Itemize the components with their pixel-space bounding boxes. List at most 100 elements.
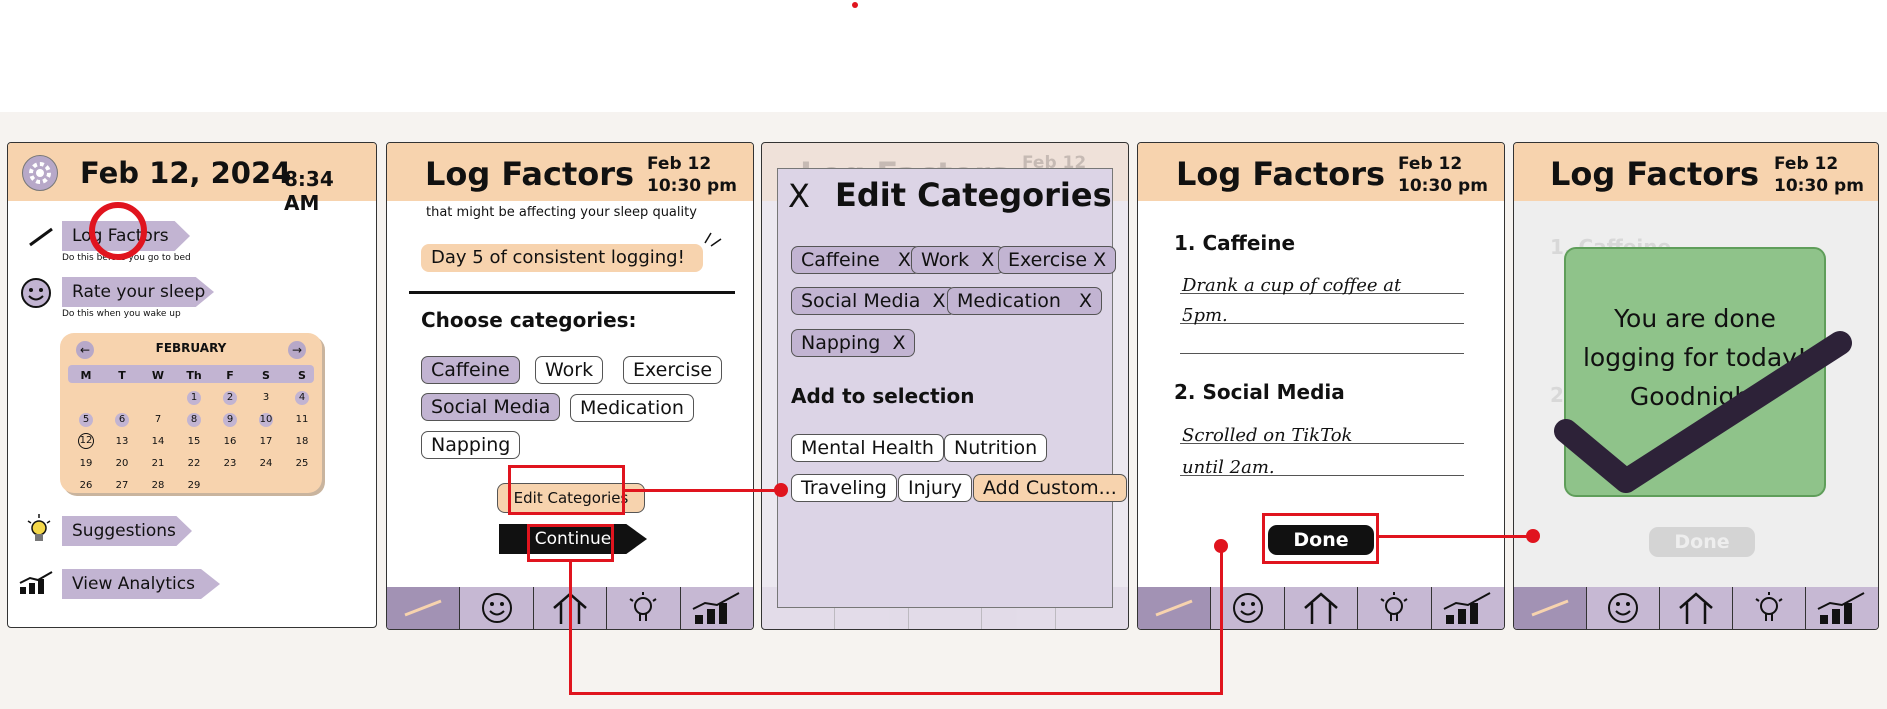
calendar-day	[284, 474, 320, 496]
calendar-day[interactable]: 10	[248, 408, 284, 430]
calendar-weekday: S	[298, 368, 306, 382]
calendar-day[interactable]: 13	[104, 430, 140, 452]
screen-done: Log Factors Feb 12 10:30 pm 1. Caffeine …	[1513, 142, 1879, 630]
calendar-day[interactable]: 5	[68, 408, 104, 430]
tag-exercise[interactable]: Exercise	[623, 356, 723, 384]
calendar-day[interactable]: 16	[212, 430, 248, 452]
calendar-day[interactable]: 19	[68, 452, 104, 474]
calendar-day[interactable]: 2	[212, 386, 248, 408]
close-icon[interactable]: X	[788, 177, 810, 215]
calendar-day[interactable]: 11	[284, 408, 320, 430]
caffeine-note-line-2[interactable]: 5pm.	[1182, 305, 1228, 326]
calendar-day[interactable]: 22	[176, 452, 212, 474]
calendar-week-row: 5 6 7 8 9 10 11	[68, 408, 320, 430]
calendar-day-number: 5	[79, 412, 93, 427]
nav-analytics-icon[interactable]	[1806, 587, 1878, 629]
remove-icon[interactable]: X	[892, 332, 905, 354]
page-title: Log Factors	[425, 155, 635, 193]
calendar-day[interactable]: 7	[140, 408, 176, 430]
settings-gear-icon[interactable]	[22, 155, 58, 191]
calendar-day[interactable]: 29	[176, 474, 212, 496]
calendar-day[interactable]: 3	[248, 386, 284, 408]
calendar-next-icon[interactable]: →	[288, 341, 306, 359]
tag-work[interactable]: Work	[535, 356, 604, 384]
nav-analytics-icon[interactable]	[1432, 587, 1504, 629]
header-date-day: Feb 12	[1774, 154, 1839, 174]
view-analytics-button[interactable]: View Analytics	[62, 569, 220, 599]
sparkle-icon	[701, 231, 725, 255]
nav-smiley-icon[interactable]	[1587, 587, 1660, 629]
page-title: Feb 12, 2024	[80, 156, 292, 190]
calendar-day	[68, 386, 104, 408]
header-date-day: Feb 12	[1398, 154, 1463, 174]
calendar-day[interactable]: 9	[212, 408, 248, 430]
tag-medication[interactable]: Medication	[570, 394, 694, 422]
remove-icon[interactable]: X	[1093, 249, 1106, 271]
lightbulb-icon	[26, 513, 52, 549]
calendar-day[interactable]: 8	[176, 408, 212, 430]
caffeine-note-line-1[interactable]: Drank a cup of coffee at	[1182, 275, 1401, 296]
calendar-day[interactable]: 24	[248, 452, 284, 474]
calendar-day[interactable]: 14	[140, 430, 176, 452]
nav-analytics-icon[interactable]	[681, 587, 753, 629]
nav-home-icon[interactable]	[1660, 587, 1733, 629]
streak-badge: Day 5 of consistent logging!	[421, 244, 703, 272]
calendar-day[interactable]: 4	[284, 386, 320, 408]
calendar-day[interactable]: 6	[104, 408, 140, 430]
chip-medication: Medication X	[947, 287, 1103, 315]
modal-title: Edit Categories	[835, 176, 1112, 214]
factor-heading-caffeine: 1. Caffeine	[1174, 231, 1296, 255]
calendar-day[interactable]: 26	[68, 474, 104, 496]
calendar-day[interactable]: 25	[284, 452, 320, 474]
remove-icon[interactable]: X	[898, 249, 911, 271]
calendar-day[interactable]: 21	[140, 452, 176, 474]
option-traveling[interactable]: Traveling	[791, 474, 897, 502]
suggestions-button[interactable]: Suggestions	[62, 516, 192, 546]
nav-lightbulb-icon[interactable]	[1733, 587, 1806, 629]
nav-lightbulb-icon[interactable]	[607, 587, 681, 629]
remove-icon[interactable]: X	[981, 249, 994, 271]
calendar-day[interactable]: 20	[104, 452, 140, 474]
tag-napping[interactable]: Napping	[421, 431, 521, 459]
calendar-day[interactable]: 23	[212, 452, 248, 474]
annotation-dot-done	[1526, 529, 1540, 543]
nav-pencil-icon[interactable]	[1514, 587, 1587, 629]
nav-lightbulb-icon[interactable]	[1358, 587, 1432, 629]
choose-heading: Choose categories:	[421, 308, 637, 332]
pencil-icon	[28, 227, 54, 251]
calendar-day-number: 13	[115, 435, 129, 447]
nav-pencil-icon[interactable]	[1138, 587, 1212, 629]
header-date: Feb 12 10:30 pm	[1398, 153, 1488, 197]
annotation-box-done	[1262, 513, 1379, 564]
chip-work: Work X	[911, 246, 1005, 274]
calendar-day-number: 18	[295, 435, 309, 447]
remove-icon[interactable]: X	[1079, 290, 1092, 312]
remove-icon[interactable]: X	[933, 290, 946, 312]
tag-social-media[interactable]: Social Media	[421, 393, 561, 421]
calendar-day[interactable]: 17	[248, 430, 284, 452]
header-date-time: 10:30 pm	[1398, 176, 1488, 196]
calendar-day[interactable]: 28	[140, 474, 176, 496]
nav-home-icon[interactable]	[1285, 587, 1359, 629]
annotation-dot-edit	[774, 483, 788, 497]
calendar-day-number: 10	[259, 412, 273, 427]
social-media-note-line-1[interactable]: Scrolled on TikTok	[1182, 425, 1352, 446]
add-custom-button[interactable]: Add Custom...	[973, 474, 1127, 502]
option-injury[interactable]: Injury	[898, 474, 973, 502]
calendar-day[interactable]: 27	[104, 474, 140, 496]
calendar-day[interactable]: 18	[284, 430, 320, 452]
calendar-day[interactable]: 1	[176, 386, 212, 408]
option-nutrition[interactable]: Nutrition	[944, 434, 1048, 462]
social-media-note-line-2[interactable]: until 2am.	[1182, 457, 1275, 478]
calendar-day-number: 26	[79, 479, 93, 491]
calendar-day	[140, 386, 176, 408]
calendar-day-number: 12	[78, 433, 94, 449]
rate-sleep-button[interactable]: Rate your sleep	[62, 277, 214, 307]
calendar-day[interactable]: 15	[176, 430, 212, 452]
calendar-week-row: 1 2 3 4	[68, 386, 320, 408]
option-mental-health[interactable]: Mental Health	[791, 434, 944, 462]
nav-smiley-icon[interactable]	[460, 587, 534, 629]
calendar-day[interactable]: 12	[68, 430, 104, 452]
nav-pencil-icon[interactable]	[387, 587, 461, 629]
tag-caffeine[interactable]: Caffeine	[421, 356, 520, 384]
